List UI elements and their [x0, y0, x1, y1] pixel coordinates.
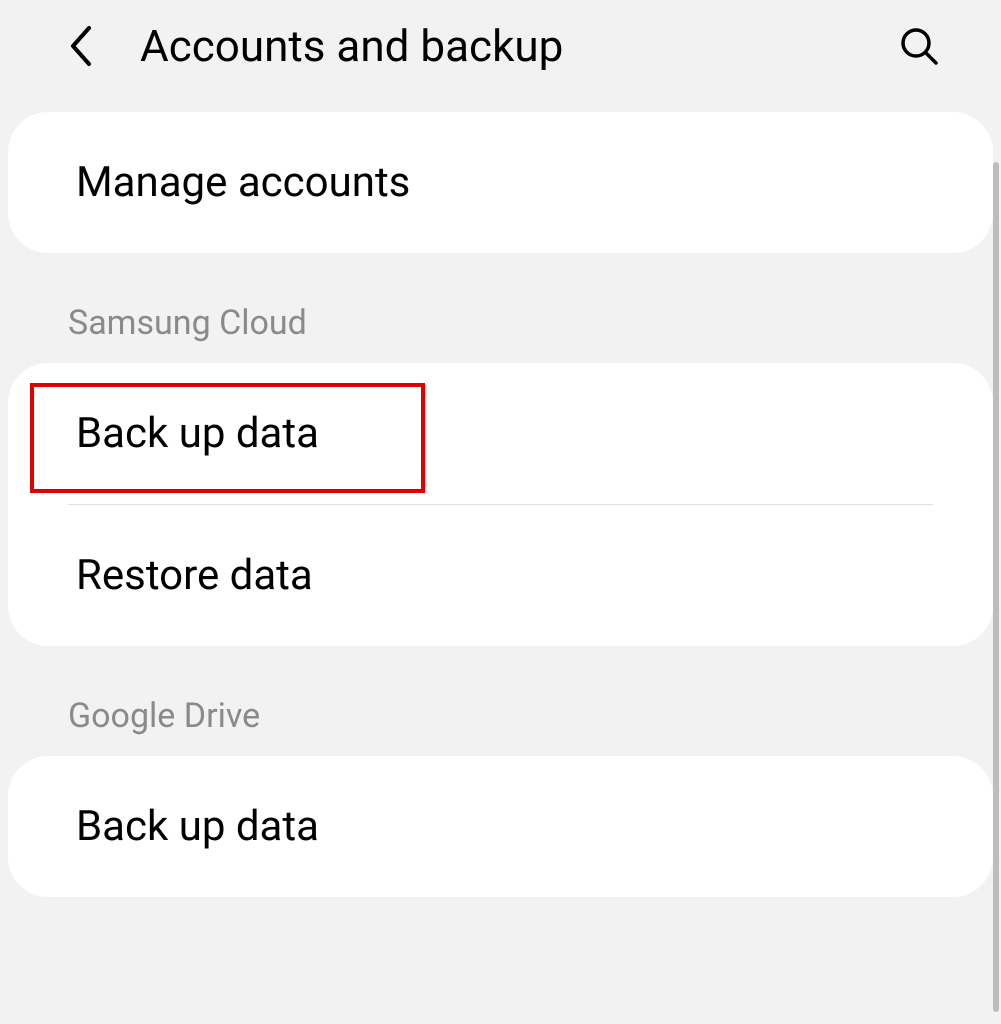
page-title: Accounts and backup	[140, 20, 897, 72]
list-item-label: Back up data	[76, 802, 319, 851]
manage-accounts-item[interactable]: Manage accounts	[8, 112, 993, 253]
list-item-label: Manage accounts	[76, 158, 410, 207]
search-icon[interactable]	[897, 24, 941, 68]
content-area: Manage accounts Samsung Cloud Back up da…	[0, 112, 1001, 897]
samsung-back-up-data-item[interactable]: Back up data	[8, 363, 993, 504]
card-accounts: Manage accounts	[8, 112, 993, 253]
card-google-drive: Back up data	[8, 756, 993, 897]
section-header-samsung-cloud: Samsung Cloud	[0, 253, 1001, 363]
card-samsung-cloud: Back up data Restore data	[8, 363, 993, 646]
samsung-restore-data-item[interactable]: Restore data	[8, 505, 993, 646]
list-item-label: Back up data	[76, 409, 319, 458]
google-back-up-data-item[interactable]: Back up data	[8, 756, 993, 897]
list-item-label: Restore data	[76, 551, 313, 600]
scrollbar[interactable]	[993, 162, 999, 1012]
section-header-google-drive: Google Drive	[0, 646, 1001, 756]
back-icon[interactable]	[60, 26, 100, 66]
header: Accounts and backup	[0, 0, 1001, 112]
